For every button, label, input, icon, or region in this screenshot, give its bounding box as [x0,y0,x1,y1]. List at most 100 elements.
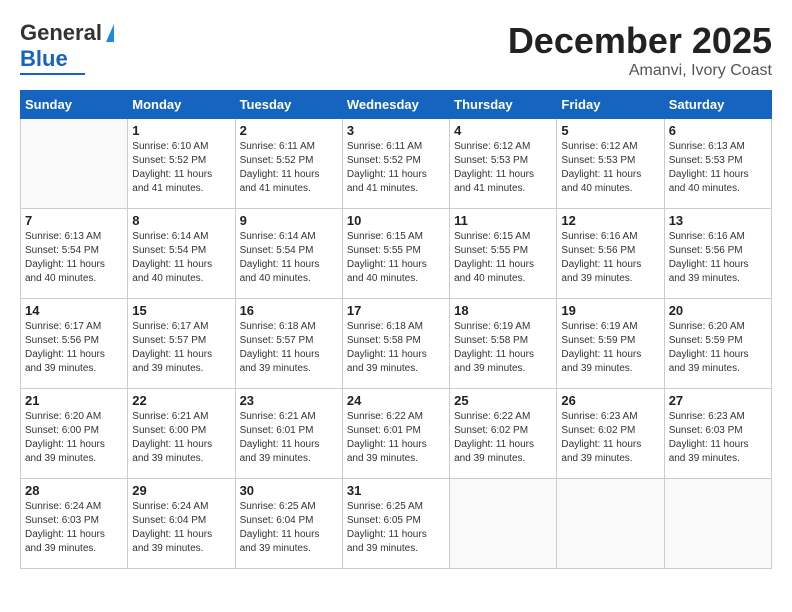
month-title: December 2025 [508,20,772,62]
day-number: 19 [561,303,659,318]
day-of-week-header: Sunday [21,91,128,119]
calendar-cell: 22 Sunrise: 6:21 AMSunset: 6:00 PMDayligh… [128,389,235,479]
calendar-cell: 7 Sunrise: 6:13 AMSunset: 5:54 PMDaylight… [21,209,128,299]
day-info: Sunrise: 6:25 AMSunset: 6:05 PMDaylight:… [347,500,445,556]
day-info: Sunrise: 6:16 AMSunset: 5:56 PMDaylight:… [561,230,659,286]
day-number: 16 [240,303,338,318]
calendar-header-row: SundayMondayTuesdayWednesdayThursdayFrid… [21,91,772,119]
day-number: 24 [347,393,445,408]
page-header: General Blue December 2025 Amanvi, Ivory… [20,20,772,80]
day-info: Sunrise: 6:22 AMSunset: 6:01 PMDaylight:… [347,410,445,466]
day-info: Sunrise: 6:14 AMSunset: 5:54 PMDaylight:… [240,230,338,286]
day-number: 5 [561,123,659,138]
day-number: 18 [454,303,552,318]
calendar-cell: 28Sunrise: 6:24 AMSunset: 6:03 PMDayligh… [21,479,128,569]
calendar-cell [664,479,771,569]
day-info: Sunrise: 6:23 AMSunset: 6:03 PMDaylight:… [669,410,767,466]
day-number: 6 [669,123,767,138]
day-info: Sunrise: 6:24 AMSunset: 6:03 PMDaylight:… [25,500,123,556]
calendar-cell: 15 Sunrise: 6:17 AMSunset: 5:57 PMDayligh… [128,299,235,389]
day-number: 11 [454,213,552,228]
calendar-cell: 30 Sunrise: 6:25 AMSunset: 6:04 PMDayligh… [235,479,342,569]
day-info: Sunrise: 6:25 AMSunset: 6:04 PMDaylight:… [240,500,338,556]
day-number: 7 [25,213,123,228]
calendar-cell: 26 Sunrise: 6:23 AMSunset: 6:02 PMDayligh… [557,389,664,479]
day-of-week-header: Thursday [450,91,557,119]
day-info: Sunrise: 6:21 AMSunset: 6:00 PMDaylight:… [132,410,230,466]
day-number: 31 [347,483,445,498]
day-info: Sunrise: 6:23 AMSunset: 6:02 PMDaylight:… [561,410,659,466]
calendar-cell: 10Sunrise: 6:15 AMSunset: 5:55 PMDayligh… [342,209,449,299]
day-number: 10 [347,213,445,228]
calendar-cell: 29 Sunrise: 6:24 AMSunset: 6:04 PMDayligh… [128,479,235,569]
day-info: Sunrise: 6:19 AMSunset: 5:59 PMDaylight:… [561,320,659,376]
calendar-cell: 24 Sunrise: 6:22 AMSunset: 6:01 PMDayligh… [342,389,449,479]
day-number: 27 [669,393,767,408]
calendar-cell: 3 Sunrise: 6:11 AMSunset: 5:52 PMDaylight… [342,119,449,209]
day-number: 17 [347,303,445,318]
day-info: Sunrise: 6:11 AMSunset: 5:52 PMDaylight:… [347,140,445,196]
calendar-cell [21,119,128,209]
calendar-cell: 13Sunrise: 6:16 AMSunset: 5:56 PMDayligh… [664,209,771,299]
calendar-cell [557,479,664,569]
calendar-cell: 14Sunrise: 6:17 AMSunset: 5:56 PMDayligh… [21,299,128,389]
day-info: Sunrise: 6:17 AMSunset: 5:57 PMDaylight:… [132,320,230,376]
calendar-cell: 11Sunrise: 6:15 AMSunset: 5:55 PMDayligh… [450,209,557,299]
day-number: 23 [240,393,338,408]
day-info: Sunrise: 6:18 AMSunset: 5:57 PMDaylight:… [240,320,338,376]
day-info: Sunrise: 6:20 AMSunset: 6:00 PMDaylight:… [25,410,123,466]
day-number: 21 [25,393,123,408]
day-info: Sunrise: 6:16 AMSunset: 5:56 PMDaylight:… [669,230,767,286]
day-info: Sunrise: 6:12 AMSunset: 5:53 PMDaylight:… [454,140,552,196]
calendar-cell: 19 Sunrise: 6:19 AMSunset: 5:59 PMDayligh… [557,299,664,389]
day-number: 2 [240,123,338,138]
calendar-cell: 25 Sunrise: 6:22 AMSunset: 6:02 PMDayligh… [450,389,557,479]
day-number: 29 [132,483,230,498]
calendar-cell: 4 Sunrise: 6:12 AMSunset: 5:53 PMDaylight… [450,119,557,209]
calendar-cell: 31 Sunrise: 6:25 AMSunset: 6:05 PMDayligh… [342,479,449,569]
logo-general: General [20,20,102,46]
logo-blue: Blue [20,46,68,72]
day-info: Sunrise: 6:18 AMSunset: 5:58 PMDaylight:… [347,320,445,376]
day-number: 30 [240,483,338,498]
title-area: December 2025 Amanvi, Ivory Coast [508,20,772,80]
calendar-cell: 27 Sunrise: 6:23 AMSunset: 6:03 PMDayligh… [664,389,771,479]
calendar-cell: 20Sunrise: 6:20 AMSunset: 5:59 PMDayligh… [664,299,771,389]
day-info: Sunrise: 6:22 AMSunset: 6:02 PMDaylight:… [454,410,552,466]
calendar-cell: 2 Sunrise: 6:11 AMSunset: 5:52 PMDaylight… [235,119,342,209]
calendar-cell: 21 Sunrise: 6:20 AMSunset: 6:00 PMDayligh… [21,389,128,479]
calendar-cell: 17 Sunrise: 6:18 AMSunset: 5:58 PMDayligh… [342,299,449,389]
day-info: Sunrise: 6:13 AMSunset: 5:53 PMDaylight:… [669,140,767,196]
day-info: Sunrise: 6:19 AMSunset: 5:58 PMDaylight:… [454,320,552,376]
day-info: Sunrise: 6:12 AMSunset: 5:53 PMDaylight:… [561,140,659,196]
day-number: 25 [454,393,552,408]
day-number: 22 [132,393,230,408]
logo-triangle-icon [106,24,114,42]
calendar-week-row: 1Sunrise: 6:10 AMSunset: 5:52 PMDaylight… [21,119,772,209]
day-number: 9 [240,213,338,228]
day-info: Sunrise: 6:11 AMSunset: 5:52 PMDaylight:… [240,140,338,196]
logo-underline [20,73,85,75]
day-of-week-header: Monday [128,91,235,119]
location-title: Amanvi, Ivory Coast [508,62,772,80]
day-info: Sunrise: 6:20 AMSunset: 5:59 PMDaylight:… [669,320,767,376]
day-number: 4 [454,123,552,138]
logo: General Blue [20,20,114,75]
calendar-week-row: 28Sunrise: 6:24 AMSunset: 6:03 PMDayligh… [21,479,772,569]
calendar-cell: 12Sunrise: 6:16 AMSunset: 5:56 PMDayligh… [557,209,664,299]
day-of-week-header: Tuesday [235,91,342,119]
day-info: Sunrise: 6:24 AMSunset: 6:04 PMDaylight:… [132,500,230,556]
day-number: 15 [132,303,230,318]
day-of-week-header: Wednesday [342,91,449,119]
day-info: Sunrise: 6:13 AMSunset: 5:54 PMDaylight:… [25,230,123,286]
day-info: Sunrise: 6:21 AMSunset: 6:01 PMDaylight:… [240,410,338,466]
day-of-week-header: Saturday [664,91,771,119]
day-number: 26 [561,393,659,408]
calendar-cell: 9 Sunrise: 6:14 AMSunset: 5:54 PMDaylight… [235,209,342,299]
day-number: 3 [347,123,445,138]
day-info: Sunrise: 6:17 AMSunset: 5:56 PMDaylight:… [25,320,123,376]
calendar-cell: 23 Sunrise: 6:21 AMSunset: 6:01 PMDayligh… [235,389,342,479]
day-number: 1 [132,123,230,138]
calendar-table: SundayMondayTuesdayWednesdayThursdayFrid… [20,90,772,569]
day-of-week-header: Friday [557,91,664,119]
